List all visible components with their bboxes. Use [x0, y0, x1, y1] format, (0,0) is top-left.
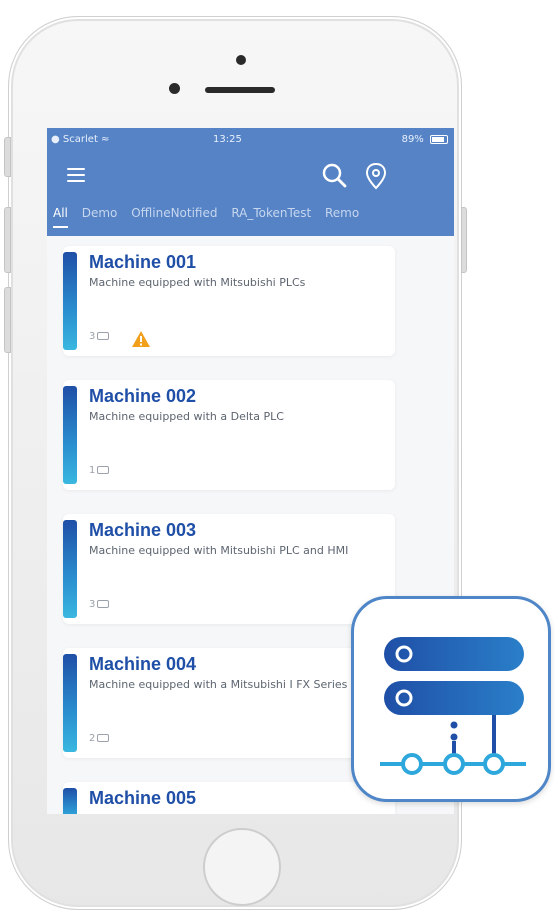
card-accent-stripe [63, 788, 77, 814]
earpiece-speaker [205, 87, 275, 93]
status-bar: ● Scarlet ≈ 13:25 89% [47, 134, 454, 150]
plug-icon [97, 466, 110, 474]
card-accent-stripe [63, 252, 77, 350]
proximity-sensor [169, 83, 180, 94]
machine-description: Machine equipped with Mitsubishi PLCs [89, 276, 306, 289]
wifi-icon: ≈ [101, 134, 110, 145]
app-header: ● Scarlet ≈ 13:25 89% All Demo OfflineNo… [47, 128, 454, 236]
machine-card[interactable]: Machine 001 Machine equipped with Mitsub… [63, 246, 395, 356]
server-network-app-icon [351, 596, 551, 802]
machine-list: Machine 001 Machine equipped with Mitsub… [63, 246, 395, 814]
filter-tabs: All Demo OfflineNotified RA_TokenTest Re… [53, 206, 369, 228]
volume-up-button [4, 207, 11, 273]
machine-title: Machine 001 [89, 252, 197, 272]
plug-icon [97, 734, 110, 742]
warning-triangle-icon [132, 331, 150, 347]
battery-icon [430, 134, 448, 144]
home-button[interactable] [203, 828, 281, 906]
machine-card[interactable]: Machine 003 Machine equipped with Mitsub… [63, 514, 395, 624]
machine-description: Machine equipped with Mitsubishi PLC and… [89, 544, 349, 557]
power-button [461, 207, 467, 273]
battery-percent: 89% [401, 134, 424, 145]
tab-all[interactable]: All [53, 206, 68, 228]
machine-title: Machine 003 [89, 520, 197, 540]
hamburger-menu-icon[interactable] [67, 168, 85, 182]
tab-demo[interactable]: Demo [82, 206, 118, 226]
card-accent-stripe [63, 654, 77, 752]
mute-switch [4, 137, 11, 177]
device-count: 3 [89, 331, 110, 342]
front-camera [236, 55, 246, 65]
battery: 89% [402, 134, 448, 145]
tab-remo[interactable]: Remo [325, 206, 359, 226]
device-count: 3 [89, 599, 110, 610]
device-count: 1 [89, 465, 110, 476]
machine-card[interactable]: Machine 002 Machine equipped with a Delt… [63, 380, 395, 490]
status-time: 13:25 [213, 134, 242, 145]
app-icon-graphic [380, 637, 526, 775]
machine-description: Machine equipped with a Delta PLC [89, 410, 284, 423]
device-count: 2 [89, 733, 110, 744]
machine-title: Machine 005 [89, 788, 197, 808]
machine-title: Machine 004 [89, 654, 197, 674]
machine-card[interactable]: Machine 005 [63, 782, 395, 814]
card-accent-stripe [63, 386, 77, 484]
machine-description: Machine equipped with a Mitsubishi I FX … [89, 678, 348, 691]
volume-down-button [4, 287, 11, 353]
location-pin-icon[interactable] [360, 160, 392, 192]
carrier: ● Scarlet ≈ [51, 134, 110, 145]
machine-title: Machine 002 [89, 386, 197, 406]
plug-icon [97, 600, 110, 608]
plug-icon [97, 332, 110, 340]
tab-ra-tokentest[interactable]: RA_TokenTest [231, 206, 311, 226]
signal-icon: ● [51, 134, 60, 145]
card-accent-stripe [63, 520, 77, 618]
machine-card[interactable]: Machine 004 Machine equipped with a Mits… [63, 648, 395, 758]
search-icon[interactable] [319, 160, 351, 192]
tab-offlinenotified[interactable]: OfflineNotified [131, 206, 217, 226]
